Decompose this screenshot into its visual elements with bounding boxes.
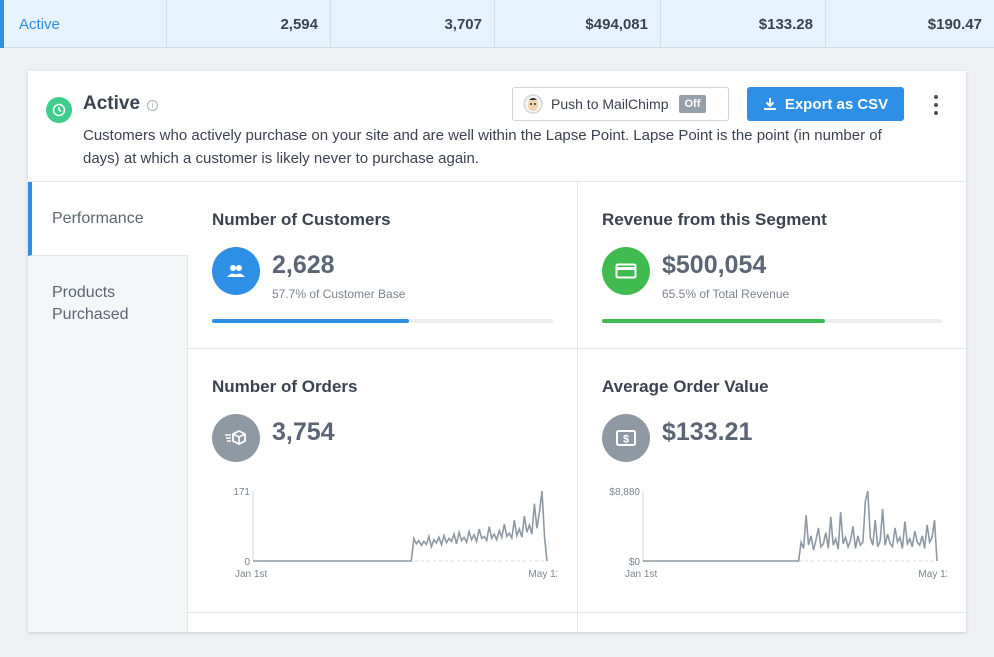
- customers-value: 2,628: [272, 251, 335, 279]
- panel-divider-vertical: [577, 182, 578, 632]
- segment-detail-card: Active i Customers who actively purchase…: [28, 71, 966, 632]
- mailchimp-toggle[interactable]: Off: [678, 95, 707, 113]
- spark-series-line: [253, 490, 548, 562]
- spark-x-start-label: Jan 1st: [625, 569, 657, 580]
- spark-y-max-label: 171: [233, 487, 250, 498]
- row-cell-orders: 3,707: [331, 0, 495, 48]
- tab-performance[interactable]: Performance: [28, 182, 189, 256]
- segment-title: Active: [83, 93, 141, 114]
- customers-title: Number of Customers: [212, 210, 391, 229]
- row-segment-name[interactable]: Active: [0, 0, 167, 48]
- tab-performance-label: Performance: [52, 210, 144, 227]
- row-cell-aov: $133.28: [661, 0, 826, 48]
- orders-value: 3,754: [272, 418, 335, 446]
- customers-progress: [212, 319, 553, 323]
- revenue-title: Revenue from this Segment: [602, 210, 827, 229]
- aov-title: Average Order Value: [602, 377, 769, 396]
- orders-title: Number of Orders: [212, 377, 358, 396]
- row-cell-revenue: $494,081: [495, 0, 661, 48]
- aov-value: $133.21: [662, 418, 753, 446]
- row-selected-indicator: [0, 0, 4, 48]
- spark-y-min-label: 0: [244, 557, 250, 568]
- detail-sidebar: Performance Products Purchased: [28, 182, 189, 632]
- users-icon: [212, 247, 260, 295]
- row-cell-customers: 2,594: [167, 0, 331, 48]
- revenue-progress: [602, 319, 942, 323]
- orders-sparkline: 171 0Jan 1st May 12th: [233, 487, 557, 580]
- mailchimp-label: Push to MailChimp: [551, 96, 669, 112]
- customers-progress-fill: [212, 319, 409, 323]
- credit-card-icon: [602, 247, 650, 295]
- segment-table-row[interactable]: Active 2,594 3,707 $494,081 $133.28 $190…: [0, 0, 994, 48]
- spark-y-max-label: $8,880: [609, 487, 640, 498]
- info-icon[interactable]: i: [147, 100, 158, 111]
- panel-divider-horizontal: [188, 348, 966, 349]
- spark-y-min-label: $0: [629, 557, 641, 568]
- segment-description: Customers who actively purchase on your …: [83, 127, 882, 167]
- row-cell-clv: $190.47: [927, 15, 982, 33]
- spark-series-line: [643, 490, 938, 562]
- dollar-bill-icon: $: [602, 414, 650, 462]
- tab-products-purchased[interactable]: Products Purchased: [52, 282, 172, 326]
- customers-sub: 57.7% of Customer Base: [272, 287, 406, 301]
- push-to-mailchimp-button[interactable]: Push to MailChimp Off: [512, 87, 729, 121]
- panel-divider-bottom: [188, 612, 966, 613]
- svg-text:$: $: [623, 434, 629, 446]
- revenue-value: $500,054: [662, 251, 767, 279]
- mailchimp-icon: [523, 94, 543, 114]
- export-csv-button[interactable]: Export as CSV: [747, 87, 904, 121]
- revenue-sub: 65.5% of Total Revenue: [662, 287, 790, 301]
- aov-sparkline: $8,880 $0Jan 1st May 12th: [609, 487, 947, 580]
- spark-x-start-label: Jan 1st: [235, 569, 267, 580]
- download-icon: [763, 98, 776, 110]
- package-icon: [212, 414, 260, 462]
- spark-x-end-label: May 12th: [528, 569, 557, 580]
- clock-icon: [46, 97, 72, 123]
- spark-x-end-label: May 12th: [918, 569, 947, 580]
- export-csv-label: Export as CSV: [784, 95, 889, 113]
- more-options-icon[interactable]: [932, 95, 940, 115]
- revenue-progress-fill: [602, 319, 825, 323]
